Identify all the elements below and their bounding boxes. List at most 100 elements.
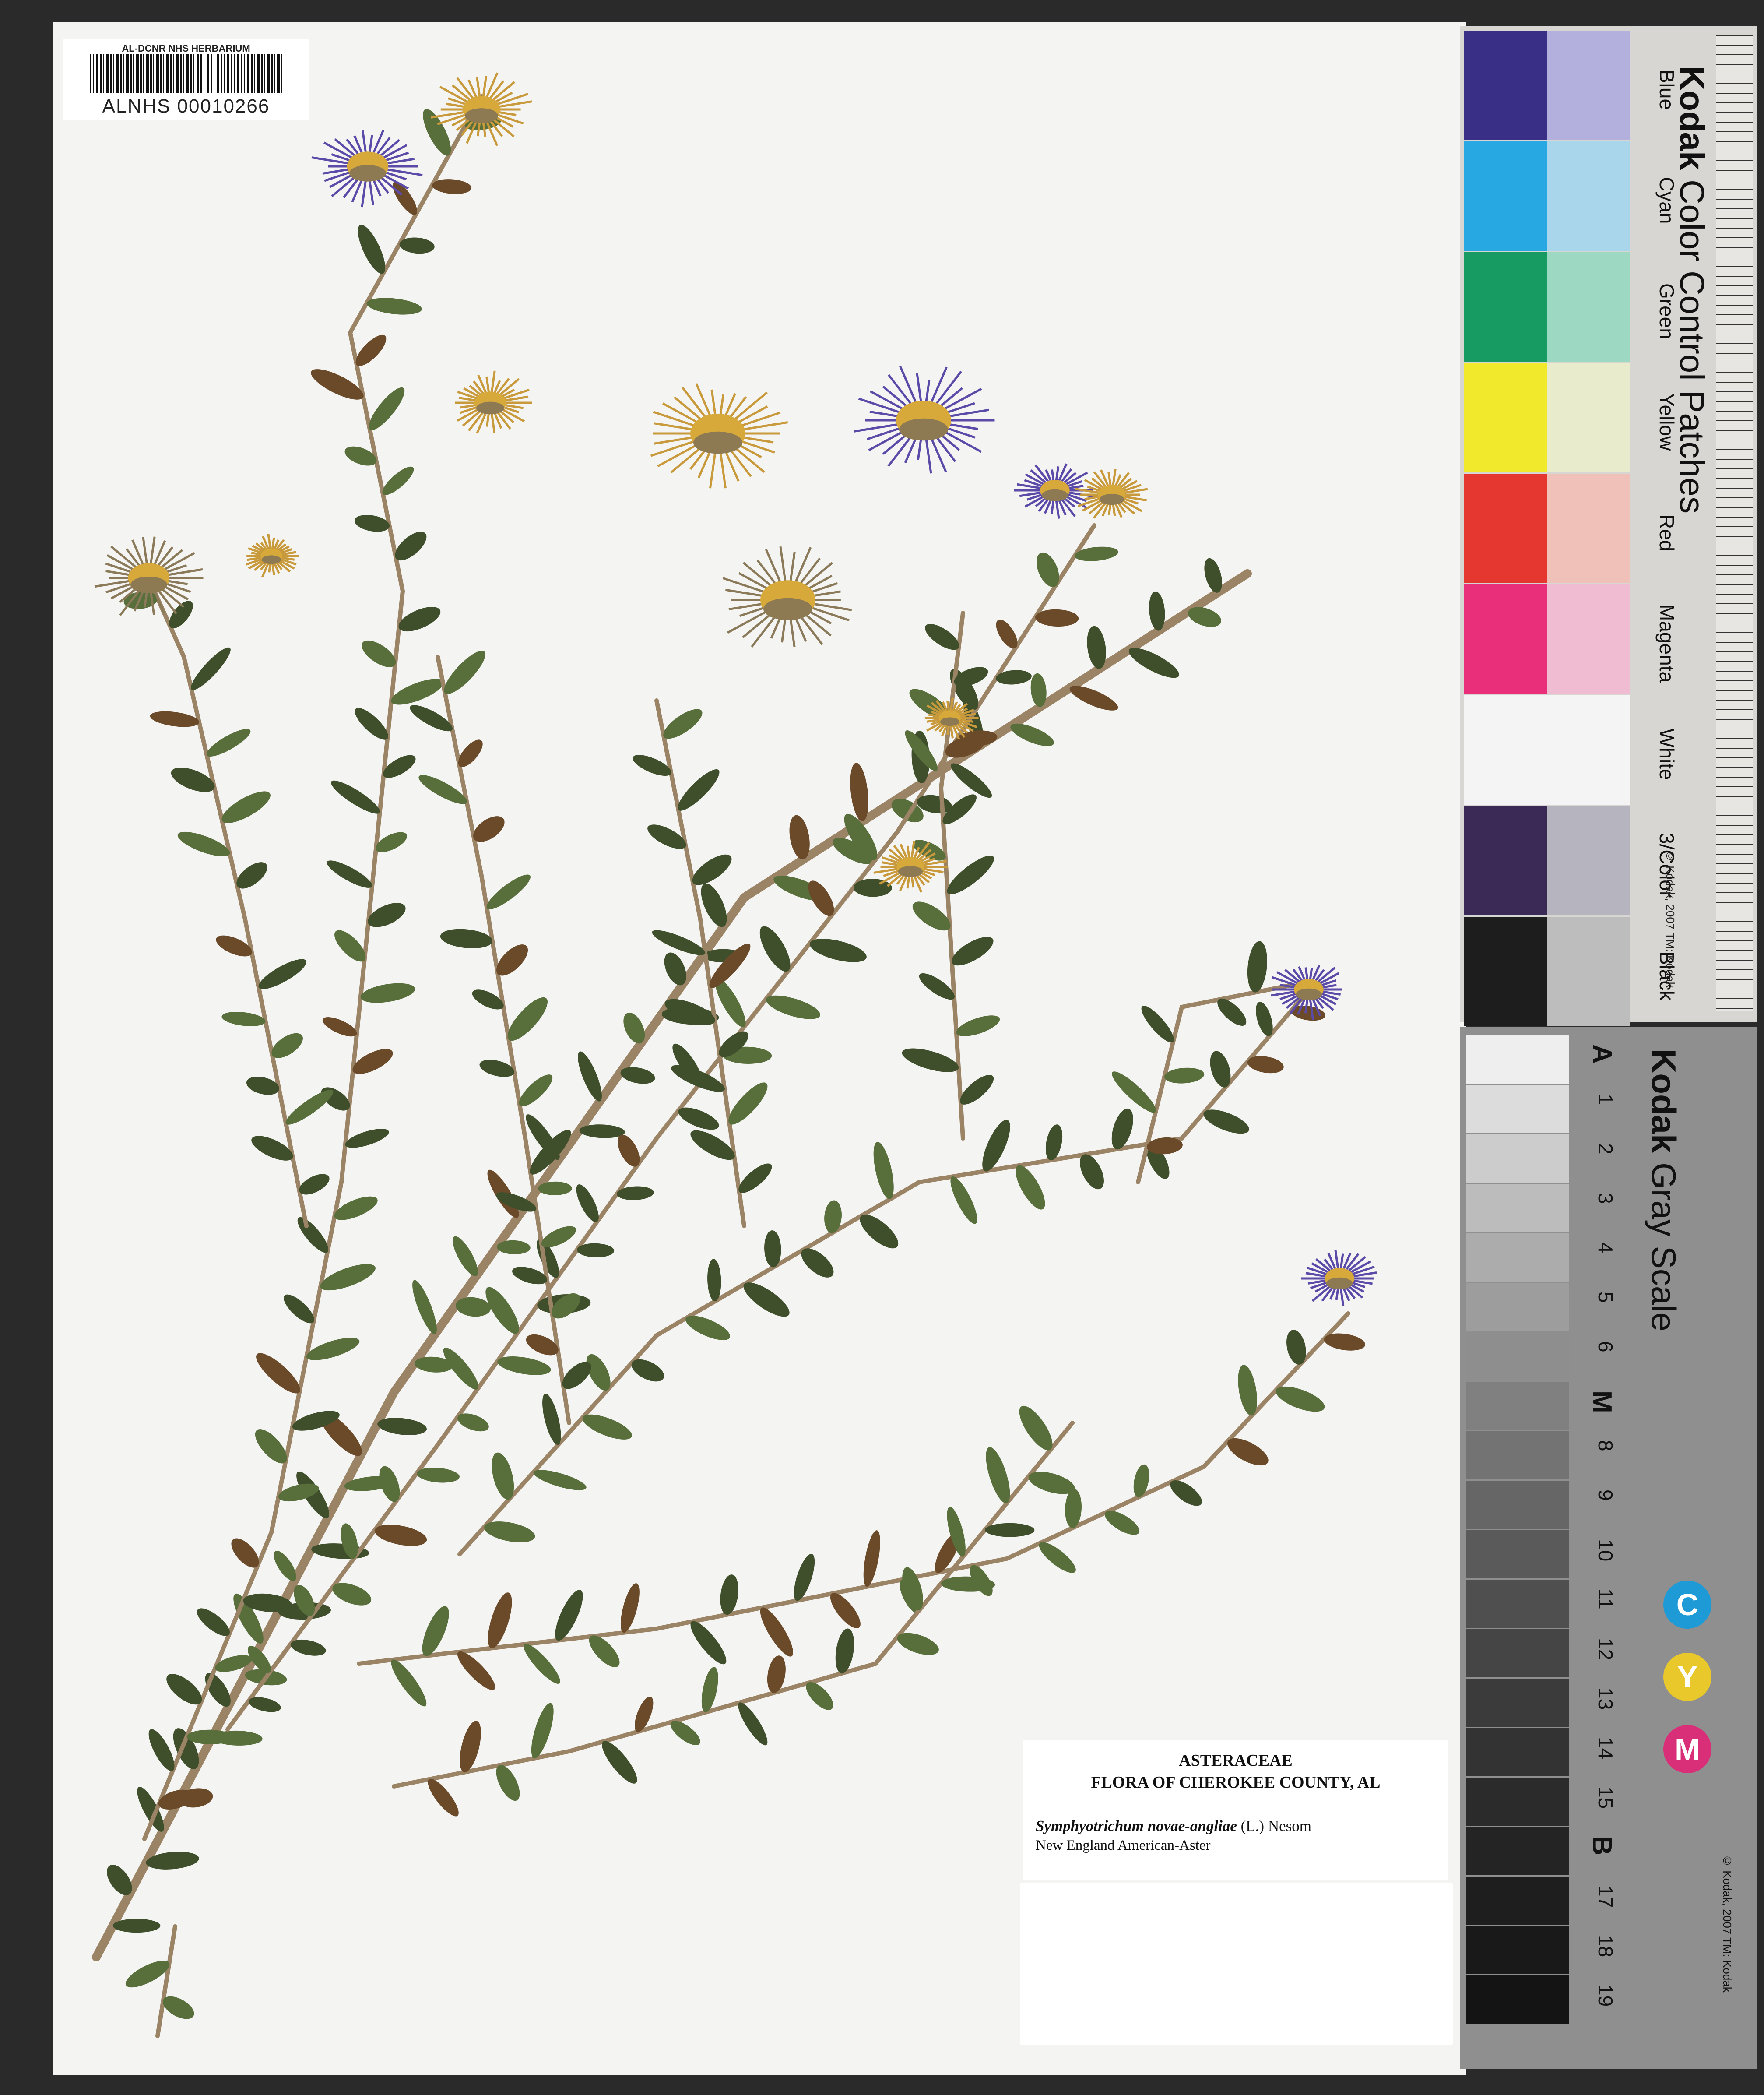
plant-leaf bbox=[369, 387, 405, 430]
gray-step-label: 19 bbox=[1594, 1984, 1617, 2007]
gray-card-copyright: © Kodak, 2007 TM: Kodak bbox=[1721, 1854, 1734, 1993]
flower-involucre bbox=[763, 598, 812, 620]
gray-step-label: 15 bbox=[1594, 1786, 1617, 1809]
flower-involucre bbox=[1042, 489, 1068, 501]
plant-leaf bbox=[297, 1217, 329, 1253]
color-patch-light bbox=[1547, 141, 1630, 251]
plant-leaf bbox=[1010, 723, 1054, 746]
gray-step-label: 18 bbox=[1594, 1935, 1617, 1958]
gray-step-label: 9 bbox=[1594, 1489, 1617, 1501]
plant-leaf bbox=[285, 1089, 334, 1125]
label-family: ASTERACEAE bbox=[1179, 1751, 1293, 1770]
plant-leaf bbox=[355, 334, 387, 366]
gray-step-label: 4 bbox=[1594, 1242, 1617, 1253]
scientific-name: Symphyotrichum novae-angliae bbox=[1036, 1817, 1237, 1834]
plant-leaf bbox=[671, 1065, 725, 1092]
plant-leaf bbox=[663, 709, 703, 739]
gray-patch bbox=[1466, 1530, 1569, 1578]
plant-leaf bbox=[690, 1621, 727, 1665]
plant-leaf bbox=[391, 679, 444, 705]
plant-leaf bbox=[360, 983, 415, 1003]
plant-leaf bbox=[382, 466, 414, 495]
plant-leaf bbox=[391, 1659, 427, 1707]
gray-patch bbox=[1466, 1629, 1569, 1677]
plant-leaf bbox=[1112, 1071, 1156, 1113]
plant-leaf bbox=[1104, 1511, 1140, 1535]
plant-leaf bbox=[925, 624, 959, 650]
gray-patch bbox=[1466, 1332, 1569, 1380]
color-card-brand: Kodak bbox=[1673, 66, 1711, 170]
gray-card-title: Kodak Gray Scale bbox=[1644, 1049, 1683, 1331]
color-patch-dark bbox=[1464, 474, 1547, 583]
plant-leaf bbox=[1141, 1006, 1174, 1043]
color-patch-light bbox=[1547, 695, 1630, 805]
plant-leaf bbox=[488, 1592, 512, 1648]
gray-step-label: M bbox=[1587, 1391, 1617, 1413]
plant-leaf bbox=[206, 729, 251, 757]
kodak-gray-card: A 1 2 3 4 5 6 M 8 9 10 11 12 13 14 15 B 17 18 19 C Y M Kodak G… bbox=[1460, 1027, 1757, 2069]
gray-card-subtitle: Gray Scale bbox=[1645, 1162, 1683, 1331]
color-patch-dark bbox=[1464, 31, 1547, 140]
ruler bbox=[1716, 35, 1753, 1011]
plant-leaf bbox=[652, 930, 706, 955]
color-card-copyright: © Kodak, 2007 TM: Kodak bbox=[1664, 849, 1677, 988]
gray-patch bbox=[1466, 1035, 1569, 1084]
plant-leaf bbox=[577, 1243, 615, 1257]
flower-involucre bbox=[465, 108, 498, 123]
plant-leaf bbox=[809, 939, 867, 962]
gray-patch bbox=[1466, 1283, 1569, 1331]
gray-patch bbox=[1466, 1085, 1569, 1133]
color-patch-label: Red bbox=[1655, 514, 1678, 552]
plant-leaf bbox=[620, 1583, 640, 1633]
plant-leaf bbox=[221, 791, 271, 824]
color-card-title: Kodak Color Control Patches bbox=[1672, 66, 1712, 514]
color-patch-label: Green bbox=[1655, 283, 1678, 339]
gray-patch bbox=[1466, 1679, 1569, 1727]
gray-step-label: 13 bbox=[1594, 1687, 1617, 1710]
color-patch-dark bbox=[1464, 695, 1547, 805]
gray-step-label: 2 bbox=[1594, 1143, 1617, 1155]
cmy-target-c: C bbox=[1663, 1581, 1711, 1629]
cmy-target-y: Y bbox=[1663, 1653, 1711, 1701]
plant-leaf bbox=[738, 1702, 768, 1746]
plant-leaf bbox=[284, 1294, 314, 1324]
color-patch-light bbox=[1547, 31, 1630, 140]
plant-leaf bbox=[678, 769, 720, 811]
color-patch-light bbox=[1547, 252, 1630, 362]
plant-leaf bbox=[738, 1163, 772, 1193]
plant-leaf bbox=[542, 1394, 561, 1445]
gray-step-label: A bbox=[1587, 1044, 1617, 1064]
gray-patch bbox=[1466, 1382, 1569, 1430]
plant-leaf bbox=[345, 1129, 389, 1148]
flower-involucre bbox=[693, 431, 742, 454]
plant-leaf bbox=[150, 711, 200, 727]
specimen-label: ASTERACEAE FLORA OF CHEROKEE COUNTY, AL … bbox=[1023, 1740, 1448, 1880]
color-patch-light bbox=[1547, 474, 1630, 583]
color-patch-label: Yellow bbox=[1655, 393, 1678, 451]
color-patch-label: Blue bbox=[1655, 69, 1678, 110]
gray-patch bbox=[1466, 1827, 1569, 1875]
label-scientific-name: Symphyotrichum novae-angliae (L.) Nesom bbox=[1036, 1817, 1311, 1835]
plant-leaf bbox=[306, 1338, 360, 1360]
plant-leaf bbox=[950, 1176, 977, 1224]
color-patch-dark bbox=[1464, 917, 1547, 1026]
color-patch-dark bbox=[1464, 363, 1547, 472]
plant-leaf bbox=[835, 1628, 854, 1674]
plant-leaf bbox=[860, 1215, 899, 1249]
gray-patch bbox=[1466, 1778, 1569, 1826]
flower-involucre bbox=[476, 401, 504, 415]
plant-leaf bbox=[956, 1015, 1000, 1036]
gray-patch bbox=[1466, 1233, 1569, 1282]
color-patch-dark bbox=[1464, 252, 1547, 362]
plant-leaf bbox=[1039, 1542, 1076, 1573]
flower-involucre bbox=[1100, 493, 1124, 505]
blank-label bbox=[1020, 1883, 1453, 2045]
plant-leaf bbox=[986, 1447, 1010, 1503]
plant-leaf bbox=[707, 1259, 721, 1302]
plant-leaf bbox=[531, 1703, 554, 1759]
gray-step-label: 17 bbox=[1594, 1885, 1617, 1908]
plant-leaf bbox=[766, 995, 821, 1019]
gray-card-brand: Kodak bbox=[1645, 1049, 1683, 1153]
color-card-subtitle: Color Control Patches bbox=[1673, 180, 1711, 514]
plant-leaf bbox=[486, 874, 531, 910]
